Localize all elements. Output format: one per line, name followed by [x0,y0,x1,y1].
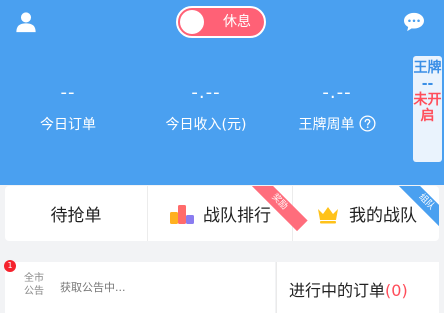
stat-ace-weekly[interactable]: -.-- 王牌周单 [267,78,407,136]
side-tag-title: 王牌 [413,60,442,76]
stat-today-orders[interactable]: -- 今日订单 [0,78,138,136]
notice-tag: 全市公告 [24,273,44,297]
tab-pending-orders[interactable]: 待抢单 [5,186,148,241]
ongoing-orders-title-row: 进行中的订单(0) [289,277,408,301]
notice-text: 获取公告中... [60,281,126,294]
tab-my-team[interactable]: 我的战队 组队 [293,186,439,241]
ace-status-side-tag[interactable]: 王牌 -- 未开启 [413,56,442,162]
tab-label: 战队排行 [203,206,271,226]
tab-label: 我的战队 [349,206,417,226]
chat-bubble-icon[interactable] [403,12,425,32]
side-tag-separator: -- [421,76,434,92]
city-announcement-bar[interactable]: 1 全市公告 获取公告中... [4,260,275,313]
header-panel: 休息 -- 今日订单 -.-- 今日收入(元) -.-- 王牌周单 王牌 -- … [0,0,444,185]
side-tag-status: 未开启 [413,92,442,124]
help-circle-icon[interactable] [358,115,376,132]
orders-count: (0) [385,281,408,300]
stat-today-income[interactable]: -.-- 今日收入(元) [136,78,276,136]
stat-label-row: 王牌周单 [267,114,407,136]
stat-label: 王牌周单 [298,117,355,133]
notice-count-badge: 1 [4,260,16,272]
ongoing-orders-panel[interactable]: 进行中的订单(0) [276,262,439,313]
stat-label: 今日订单 [40,117,96,133]
stat-label: 今日收入(元) [165,117,247,133]
action-tabs: 待抢单 战队排行 奖励 我的战队 组队 [5,186,439,241]
rest-status-toggle[interactable]: 休息 [176,6,266,38]
orders-title: 进行中的订单 [289,281,386,300]
crown-icon [318,206,338,223]
stat-value: -- [60,82,76,103]
user-icon[interactable] [15,11,37,33]
toggle-label: 休息 [223,14,251,30]
blocks-icon [170,204,194,224]
tab-label: 待抢单 [50,206,102,226]
stat-value: -.-- [191,82,221,103]
toggle-knob [180,10,204,34]
stat-value: -.-- [322,82,352,103]
tab-team-ranking[interactable]: 战队排行 奖励 [148,186,308,241]
